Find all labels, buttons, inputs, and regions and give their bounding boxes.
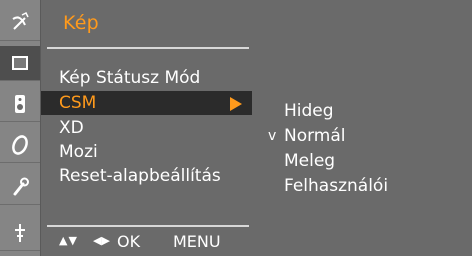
menu-item-reset[interactable]: Reset-alapbeállítás bbox=[41, 164, 252, 188]
footer-divider bbox=[47, 225, 249, 227]
submenu-item-user[interactable]: Felhasználói bbox=[284, 176, 388, 196]
navigation-hint-bar: ▲▼ ◀▶ OK MENU bbox=[41, 228, 252, 256]
category-station[interactable] bbox=[0, 6, 40, 41]
speaker-icon bbox=[15, 95, 25, 113]
category-sound[interactable] bbox=[0, 87, 40, 122]
clock-icon bbox=[12, 135, 28, 155]
menu-item-label: Kép Státusz Mód bbox=[59, 68, 201, 88]
menu-item-xd[interactable]: XD bbox=[41, 116, 252, 140]
input-plug-icon bbox=[15, 224, 25, 242]
selected-check-icon: v bbox=[268, 128, 277, 144]
main-menu-panel: Kép Kép Státusz Mód CSM XD Mozi Reset-al… bbox=[41, 0, 252, 256]
menu-item-csm[interactable]: CSM bbox=[41, 91, 252, 115]
menu-item-picture-mode[interactable]: Kép Státusz Mód bbox=[41, 66, 252, 90]
ok-hint: OK bbox=[117, 232, 141, 251]
category-time[interactable] bbox=[0, 128, 40, 163]
osd-menu: Kép Kép Státusz Mód CSM XD Mozi Reset-al… bbox=[0, 0, 472, 256]
submenu-item-normal[interactable]: Normál bbox=[284, 126, 346, 146]
menu-item-cinema[interactable]: Mozi bbox=[41, 140, 252, 164]
menu-hint: MENU bbox=[173, 232, 221, 251]
menu-title-bar: Kép bbox=[41, 0, 252, 44]
title-divider bbox=[47, 47, 249, 49]
csm-submenu-panel: Hideg v Normál Meleg Felhasználói bbox=[252, 0, 472, 256]
left-right-arrows-icon: ◀▶ bbox=[93, 234, 110, 247]
menu-item-label: XD bbox=[59, 118, 84, 138]
menu-item-label: Mozi bbox=[59, 142, 98, 162]
satellite-dish-icon bbox=[12, 11, 29, 30]
category-input[interactable] bbox=[0, 216, 40, 251]
submenu-item-warm[interactable]: Meleg bbox=[284, 151, 335, 171]
submenu-arrow-icon bbox=[230, 97, 242, 111]
up-down-arrows-icon: ▲▼ bbox=[59, 234, 78, 247]
wrench-icon bbox=[13, 177, 29, 196]
menu-category-column bbox=[0, 0, 41, 256]
category-setup[interactable] bbox=[0, 170, 40, 205]
category-picture[interactable] bbox=[0, 46, 40, 81]
menu-title: Kép bbox=[63, 12, 99, 34]
picture-icon bbox=[12, 56, 28, 70]
menu-item-label: Reset-alapbeállítás bbox=[59, 166, 221, 186]
submenu-item-cool[interactable]: Hideg bbox=[284, 101, 334, 121]
menu-item-label: CSM bbox=[59, 93, 97, 113]
